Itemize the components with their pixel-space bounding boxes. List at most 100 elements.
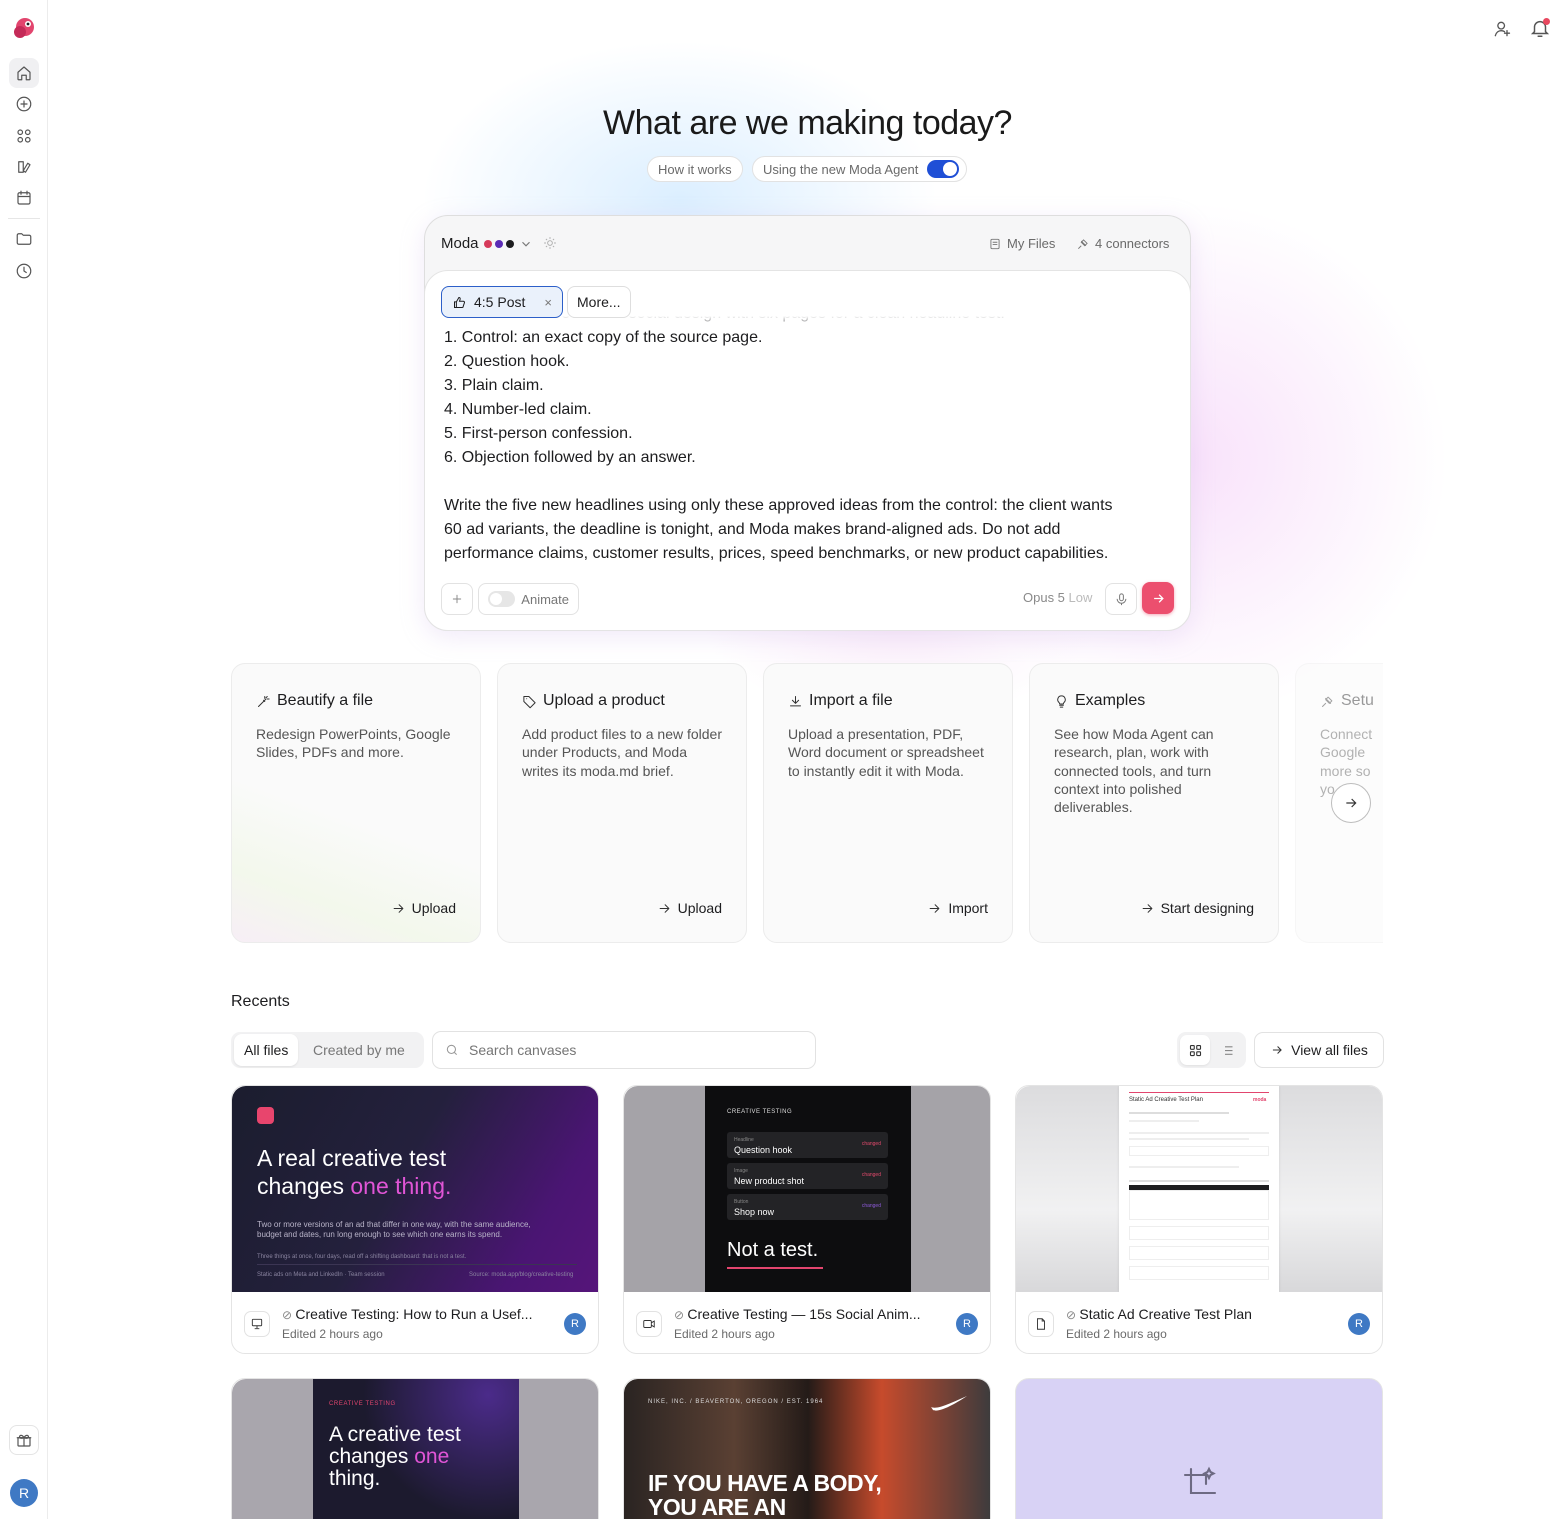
search-input[interactable] bbox=[469, 1042, 789, 1058]
card-beautify-file[interactable]: Beautify a file Redesign PowerPoints, Go… bbox=[231, 663, 481, 943]
card-upload-product[interactable]: Upload a product Add product files to a … bbox=[497, 663, 747, 943]
card-action[interactable]: Import bbox=[927, 900, 988, 916]
owner-avatar: R bbox=[1348, 1313, 1370, 1335]
brand-name[interactable]: Moda bbox=[441, 235, 479, 252]
card-title: Examples bbox=[1075, 692, 1146, 709]
card-action-label: Upload bbox=[411, 900, 456, 916]
model-effort: Low bbox=[1068, 590, 1093, 605]
agent-toggle-switch[interactable] bbox=[927, 160, 959, 178]
arrow-right-icon bbox=[929, 903, 940, 913]
card-import-file[interactable]: Import a file Upload a presentation, PDF… bbox=[763, 663, 1013, 943]
prompt-line: 3. Plain claim. bbox=[444, 377, 544, 394]
card-title: Beautify a file bbox=[277, 692, 374, 709]
file-thumbnail[interactable]: NIKE, INC. / BEAVERTON, OREGON / EST. 19… bbox=[624, 1379, 990, 1519]
file-thumbnail[interactable]: CREATIVE TESTING Headline Question hook … bbox=[624, 1086, 990, 1292]
agent-toggle-pill[interactable]: Using the new Moda Agent bbox=[752, 156, 967, 182]
microphone-button[interactable] bbox=[1105, 583, 1137, 615]
animate-switch[interactable] bbox=[488, 591, 516, 607]
animate-toggle[interactable]: Animate bbox=[478, 583, 579, 615]
thumb-headline: Not a test. bbox=[727, 1239, 819, 1261]
prompt-line: 4. Number-led claim. bbox=[444, 401, 592, 418]
sidebar-calendar-icon[interactable] bbox=[9, 183, 39, 213]
card-action[interactable]: Upload bbox=[657, 900, 722, 916]
sun-icon[interactable] bbox=[543, 236, 557, 250]
card-description: Add product files to a new folder under … bbox=[522, 726, 723, 779]
file-thumbnail[interactable]: Static Ad Creative Test Plan moda bbox=[1016, 1086, 1382, 1292]
notification-dot bbox=[1543, 18, 1550, 25]
animate-label: Animate bbox=[521, 591, 569, 607]
tag-icon bbox=[523, 695, 536, 708]
sidebar-home-icon[interactable] bbox=[9, 58, 39, 88]
app-window: R What are we making today? How it works… bbox=[0, 0, 1567, 1519]
thumb-row: Image New product shot changed bbox=[727, 1163, 888, 1189]
search-box[interactable] bbox=[432, 1031, 816, 1069]
file-card[interactable]: CREATIVE TESTING Headline Question hook … bbox=[623, 1085, 991, 1354]
grid-view-button[interactable] bbox=[1180, 1035, 1210, 1065]
thumb-document: Static Ad Creative Test Plan moda bbox=[1119, 1086, 1279, 1292]
file-card[interactable]: CREATIVE TESTING A creative test changes… bbox=[231, 1378, 599, 1519]
file-thumbnail[interactable]: CREATIVE TESTING A creative test changes… bbox=[232, 1379, 598, 1519]
prompt-textarea[interactable]: Create a new 1080×1350 social design wit… bbox=[444, 316, 1174, 566]
crop-sparkle-icon bbox=[1182, 1466, 1218, 1502]
file-card[interactable] bbox=[1015, 1378, 1383, 1519]
chip-close-icon[interactable]: × bbox=[544, 295, 552, 310]
agent-toggle-label: Using the new Moda Agent bbox=[763, 161, 919, 177]
my-files-button[interactable]: My Files bbox=[988, 236, 1055, 251]
card-action-label: Import bbox=[948, 900, 988, 916]
connectors-button[interactable]: 4 connectors bbox=[1076, 236, 1169, 251]
view-all-files-button[interactable]: View all files bbox=[1254, 1032, 1384, 1068]
thumb-row: Button Shop now changed bbox=[727, 1194, 888, 1220]
moda-logo-icon[interactable] bbox=[11, 15, 37, 41]
gift-icon[interactable] bbox=[9, 1425, 39, 1455]
card-action[interactable]: Upload bbox=[391, 900, 456, 916]
list-view-button[interactable] bbox=[1212, 1035, 1242, 1065]
card-title: Upload a product bbox=[543, 692, 665, 709]
sidebar: R bbox=[0, 0, 48, 1519]
file-card[interactable]: NIKE, INC. / BEAVERTON, OREGON / EST. 19… bbox=[623, 1378, 991, 1519]
thumb-eyebrow: NIKE, INC. / BEAVERTON, OREGON / EST. 19… bbox=[648, 1399, 824, 1405]
file-card[interactable]: Static Ad Creative Test Plan moda ⊘ Stat… bbox=[1015, 1085, 1383, 1354]
chevron-down-icon[interactable] bbox=[519, 237, 533, 251]
card-action[interactable]: Start designing bbox=[1140, 900, 1254, 916]
filter-created-by-me[interactable]: Created by me bbox=[303, 1032, 415, 1068]
card-examples[interactable]: Examples See how Moda Agent can research… bbox=[1029, 663, 1279, 943]
plug-icon bbox=[1322, 696, 1333, 707]
how-it-works-button[interactable]: How it works bbox=[647, 156, 743, 182]
view-all-label: View all files bbox=[1291, 1042, 1368, 1058]
owner-avatar: R bbox=[564, 1313, 586, 1335]
thumb-eyebrow: CREATIVE TESTING bbox=[727, 1109, 793, 1115]
user-avatar[interactable]: R bbox=[10, 1479, 38, 1507]
thumb-body: Two or more versions of an ad that diffe… bbox=[257, 1220, 531, 1239]
presentation-icon bbox=[244, 1311, 270, 1337]
thumb-row: Headline Question hook changed bbox=[727, 1132, 888, 1158]
video-icon bbox=[636, 1311, 662, 1337]
filter-all-files[interactable]: All files bbox=[234, 1034, 299, 1066]
sidebar-brand-icon[interactable] bbox=[9, 152, 39, 182]
file-card[interactable]: A real creative test changes one thing. … bbox=[231, 1085, 599, 1354]
plus-icon bbox=[452, 594, 462, 604]
add-attachment-button[interactable] bbox=[441, 583, 473, 615]
send-button[interactable] bbox=[1142, 582, 1174, 614]
model-name: Opus 5 bbox=[1023, 590, 1065, 605]
file-thumbnail[interactable]: A real creative test changes one thing. … bbox=[232, 1086, 598, 1292]
format-chip[interactable]: 4:5 Post × bbox=[441, 286, 563, 318]
my-files-label: My Files bbox=[1007, 236, 1056, 251]
connectors-label: 4 connectors bbox=[1095, 236, 1170, 251]
prompt-line: performance claims, customer results, pr… bbox=[444, 545, 1109, 562]
file-name[interactable]: ⊘ Creative Testing — 15s Social Anim... bbox=[674, 1306, 944, 1322]
sidebar-folder-icon[interactable] bbox=[9, 224, 39, 254]
thumb-footer: Static ads on Meta and LinkedIn · Team s… bbox=[257, 1272, 385, 1278]
file-meta: Edited 2 hours ago bbox=[1066, 1327, 1167, 1341]
carousel-next-button[interactable] bbox=[1331, 783, 1371, 823]
prompt-line: 6. Objection followed by an answer. bbox=[444, 449, 696, 466]
list-icon bbox=[1222, 1045, 1232, 1055]
card-description: Redesign PowerPoints, Google Slides, PDF… bbox=[256, 726, 451, 761]
bell-icon[interactable] bbox=[1529, 17, 1551, 39]
model-selector[interactable]: Opus 5 Low bbox=[1023, 590, 1092, 605]
user-icon[interactable] bbox=[1492, 19, 1512, 39]
sidebar-clock-icon[interactable] bbox=[9, 256, 39, 286]
more-button[interactable]: More... bbox=[567, 286, 631, 318]
file-name[interactable]: ⊘ Static Ad Creative Test Plan bbox=[1066, 1306, 1336, 1322]
file-name[interactable]: ⊘ Creative Testing: How to Run a Usef... bbox=[282, 1306, 552, 1322]
card-description: See how Moda Agent can research, plan, w… bbox=[1054, 726, 1214, 816]
